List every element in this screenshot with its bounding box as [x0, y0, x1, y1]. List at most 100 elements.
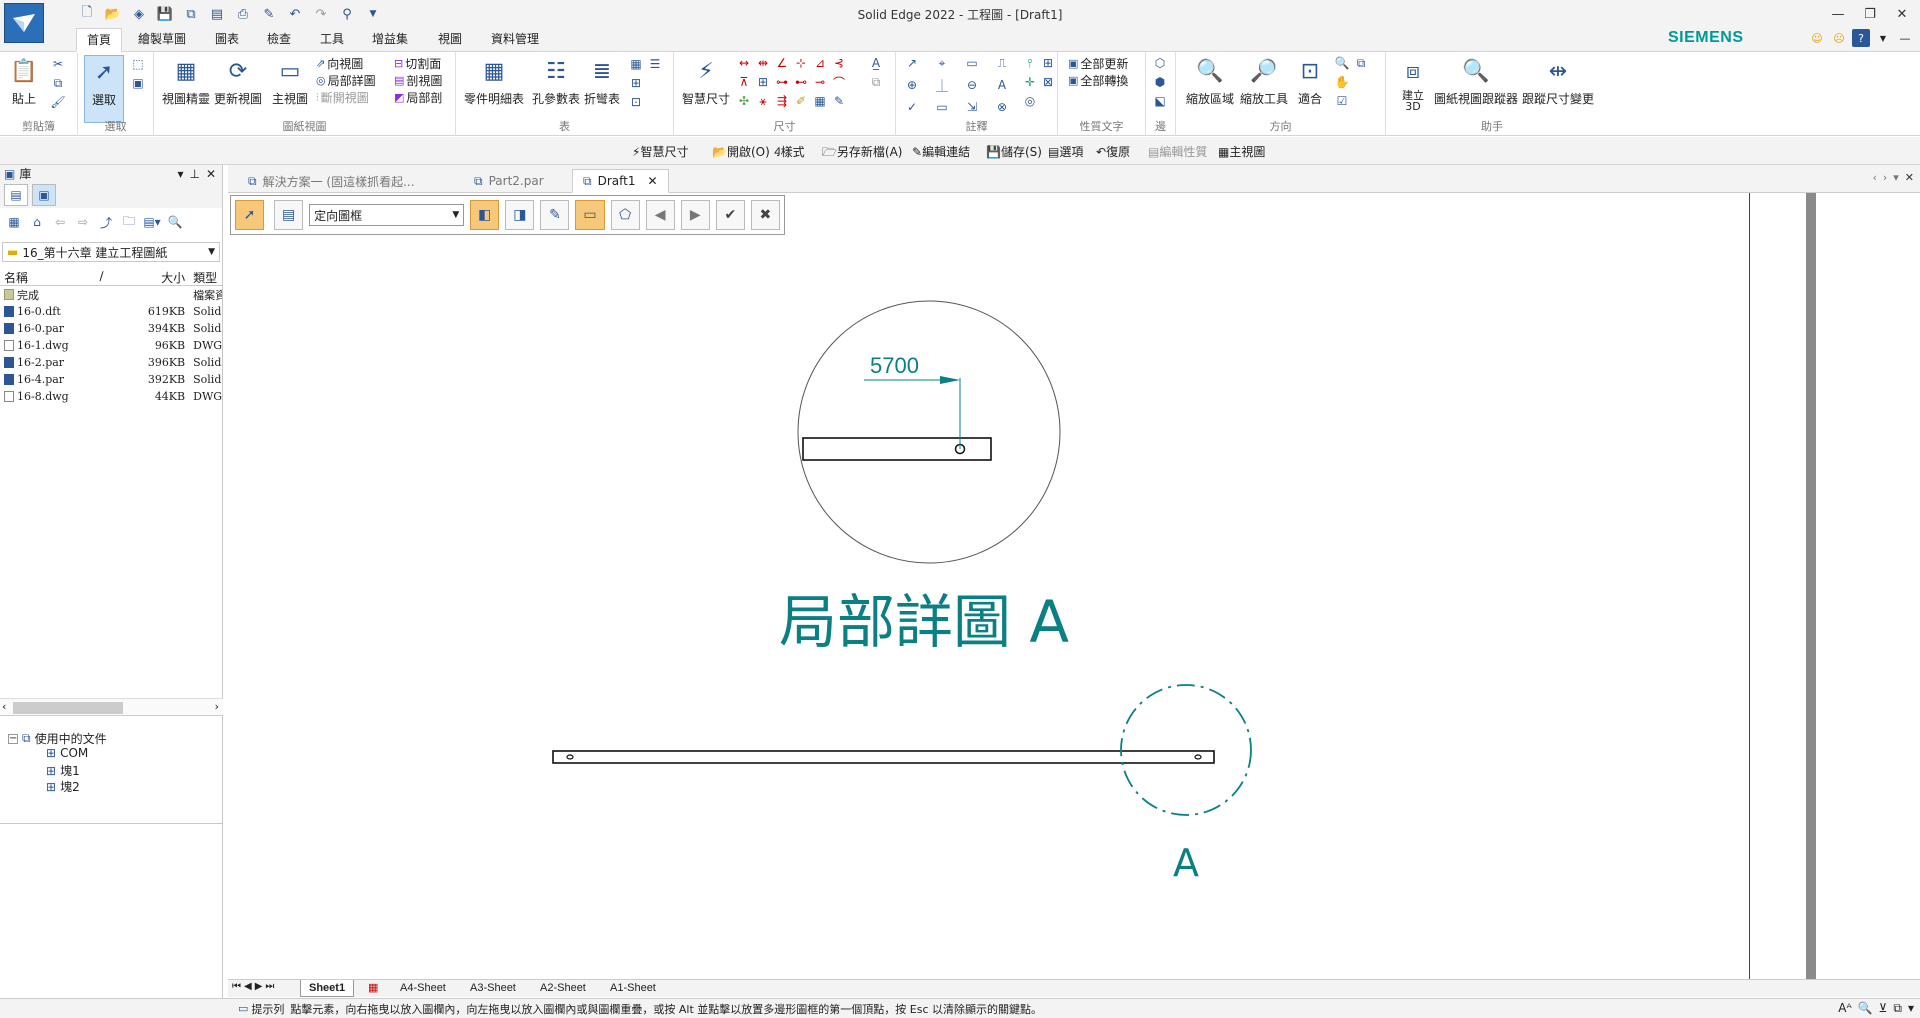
dim-baseline-icon[interactable]: ⊷ — [793, 74, 809, 90]
dimension-5700[interactable]: 5700 — [864, 353, 961, 449]
zoom-annot-icon[interactable]: ⊕ — [904, 77, 920, 93]
tab-data-management[interactable]: 資料管理 — [481, 28, 549, 52]
select-mode-dropdown[interactable]: 定向圖框 ▼ — [309, 204, 465, 226]
cmd-save-as[interactable]: 🗁另存新檔(A) — [822, 143, 902, 164]
surface-texture-icon[interactable]: ⏊ — [934, 77, 950, 93]
table-icon[interactable]: ▦ — [628, 56, 644, 72]
tab-library-icon[interactable]: ▣ — [32, 184, 56, 206]
sheet-tab-a4[interactable]: A4-Sheet — [392, 980, 454, 997]
bolt-circle-icon[interactable]: ✛ — [1022, 74, 1038, 90]
leader-icon[interactable]: ⌖ — [934, 55, 950, 71]
smile-icon[interactable]: ☺ — [1808, 29, 1826, 47]
main-view-button[interactable]: ▭ 主視圖 — [272, 55, 308, 107]
views-icon[interactable]: ▤▾ — [142, 212, 162, 232]
scrollbar-thumb[interactable] — [13, 702, 123, 714]
cmd-main-view[interactable]: ▦主視圖 — [1218, 143, 1265, 160]
dim-ordinate-icon[interactable]: ⊸ — [812, 74, 828, 90]
cmd-edit-link[interactable]: ✎編輯連結 — [912, 143, 970, 160]
partial-section-button[interactable]: ◩ 局部剖 — [394, 89, 442, 106]
feature-control-icon[interactable]: ▭ — [934, 99, 950, 115]
dim-coordinate-icon[interactable]: ⊹ — [793, 55, 809, 71]
edge-style-icon[interactable]: ⬕ — [1152, 93, 1168, 109]
file-row[interactable]: 16-8.dwg 44KB DWG — [0, 388, 222, 405]
back-icon[interactable]: ⇦ — [50, 212, 70, 232]
table-grid-icon[interactable]: ⊞ — [628, 75, 644, 91]
tab-addins[interactable]: 增益集 — [362, 28, 418, 52]
weld-icon[interactable]: ⎍ — [994, 55, 1010, 71]
paste-button[interactable]: 📋 貼上 — [8, 55, 40, 107]
select-filter-icon[interactable]: ⬚ — [130, 56, 146, 72]
collapse-icon[interactable]: − — [8, 733, 18, 744]
tab-close-icon[interactable]: ✕ — [647, 174, 657, 188]
overlap-fence-icon[interactable]: ◨ — [505, 200, 535, 230]
sheet-prev-icon[interactable]: ◀ — [244, 981, 252, 992]
polygon-fence-icon[interactable]: ⬠ — [610, 200, 640, 230]
dim-table-icon[interactable]: ▦ — [812, 93, 828, 109]
edge-condition-icon[interactable]: ✓ — [904, 99, 920, 115]
drawing-sheet[interactable]: 5700 局部詳圖 A A — [228, 193, 1748, 979]
sheet-tab-sheet1[interactable]: Sheet1 — [300, 980, 355, 997]
doc-tab-part2[interactable]: ⧉ Part2.par — [464, 169, 554, 193]
dim-image-icon[interactable]: ⧉ — [868, 74, 884, 90]
cmd-style[interactable]: Ꜭ樣式 — [774, 143, 805, 160]
dim-attach-icon[interactable]: ⚹ — [755, 93, 771, 109]
horizontal-scrollbar[interactable]: ‹ › — [0, 698, 223, 716]
tab-next-icon[interactable]: › — [1883, 171, 1887, 184]
tree-node-block2[interactable]: ⊞ 塊2 — [46, 778, 80, 795]
sheet-tab-a2[interactable]: A2-Sheet — [532, 980, 594, 997]
view-check-icon[interactable]: ☑ — [1334, 93, 1350, 109]
rectangle-fence-icon[interactable]: ▭ — [575, 200, 605, 230]
sheet-tab-a3[interactable]: A3-Sheet — [462, 980, 524, 997]
file-row[interactable]: 16-0.par 394KB Solid E — [0, 320, 222, 337]
tree-node-com[interactable]: ⊞ COM — [46, 746, 88, 760]
column-size[interactable]: 大小 — [108, 266, 190, 285]
dim-trace-icon[interactable]: ✣ — [736, 93, 752, 109]
sheet-first-icon[interactable]: ⏮ — [232, 981, 241, 992]
inside-fence-icon[interactable]: ◧ — [470, 200, 500, 230]
up-folder-icon[interactable]: ⤴ — [96, 212, 116, 232]
select-options-icon[interactable]: ▤ — [274, 200, 304, 230]
update-all-button[interactable]: ▣ 全部更新 — [1068, 55, 1128, 72]
update-view-button[interactable]: ⟳ 更新視圖 — [214, 55, 262, 107]
copy-icon[interactable]: ⧉ — [50, 75, 66, 91]
balloon-icon[interactable]: ▭ — [964, 55, 980, 71]
dim-between-icon[interactable]: ↔ — [736, 55, 752, 71]
doc-minimize-icon[interactable]: — — [1896, 29, 1914, 47]
quickpick-icon[interactable]: ▣ — [130, 75, 146, 91]
fit-button[interactable]: ⊡ 適合 — [1294, 55, 1326, 107]
column-name[interactable]: 名稱 ∕ — [0, 266, 108, 285]
dim-text-icon[interactable]: A̲ — [868, 55, 884, 71]
dim-arc-icon[interactable]: ⌒ — [831, 74, 847, 90]
file-row[interactable]: 16-4.par 392KB Solid E — [0, 371, 222, 388]
filter-status-icon[interactable]: ⊻ — [1879, 1001, 1888, 1016]
cmd-options[interactable]: ▤選項 — [1048, 143, 1083, 160]
previous-icon[interactable]: ◀ — [645, 200, 675, 230]
edge-show-icon[interactable]: ⬡ — [1152, 55, 1168, 71]
datum-target-icon[interactable]: ⇲ — [964, 99, 980, 115]
help-icon[interactable]: ? — [1852, 29, 1870, 47]
tab-diagram[interactable]: 圖表 — [205, 28, 249, 52]
file-row[interactable]: 16-0.dft 619KB Solid E — [0, 303, 222, 320]
zoom-area-button[interactable]: 🔍 縮放區域 — [1186, 55, 1234, 107]
cmd-edit-properties[interactable]: ▤編輯性質 — [1148, 143, 1207, 160]
forward-icon[interactable]: ⇨ — [73, 212, 93, 232]
tree-root[interactable]: − ⧉ 使用中的文件 — [8, 730, 107, 747]
next-icon[interactable]: ▶ — [680, 200, 710, 230]
centerline-icon[interactable]: ⫯ — [1022, 55, 1038, 71]
dim-track-button[interactable]: ⇹ 跟蹤尺寸變更 — [1522, 55, 1594, 107]
text-box-icon[interactable]: A — [994, 77, 1010, 93]
parts-list-button[interactable]: ▦ 零件明細表 — [464, 55, 524, 107]
view-tracker-button[interactable]: 🔍 圖紙視圖跟蹤器 — [1434, 55, 1518, 107]
center-mark-icon[interactable]: ⊗ — [994, 99, 1010, 115]
bend-table-button[interactable]: ≣ 折彎表 — [584, 55, 620, 107]
tab-home[interactable]: 首頁 — [76, 28, 123, 52]
tab-list-icon[interactable]: ▾ — [1893, 171, 1899, 184]
text-size-icon[interactable]: Aᴬ — [1838, 1001, 1851, 1016]
smart-dimension-button[interactable]: ⚡ 智慧尺寸 — [682, 55, 730, 107]
dim-chamfer-icon[interactable]: ⊰ — [831, 55, 847, 71]
doc-tab-draft1[interactable]: ⧉ Draft1 ✕ — [572, 169, 669, 193]
detail-envelope-circle[interactable] — [1120, 684, 1252, 816]
pattern-icon[interactable]: ⊠ — [1040, 74, 1056, 90]
table-export-icon[interactable]: ⊡ — [628, 94, 644, 110]
library-search-icon[interactable]: 🔍 — [165, 212, 185, 232]
